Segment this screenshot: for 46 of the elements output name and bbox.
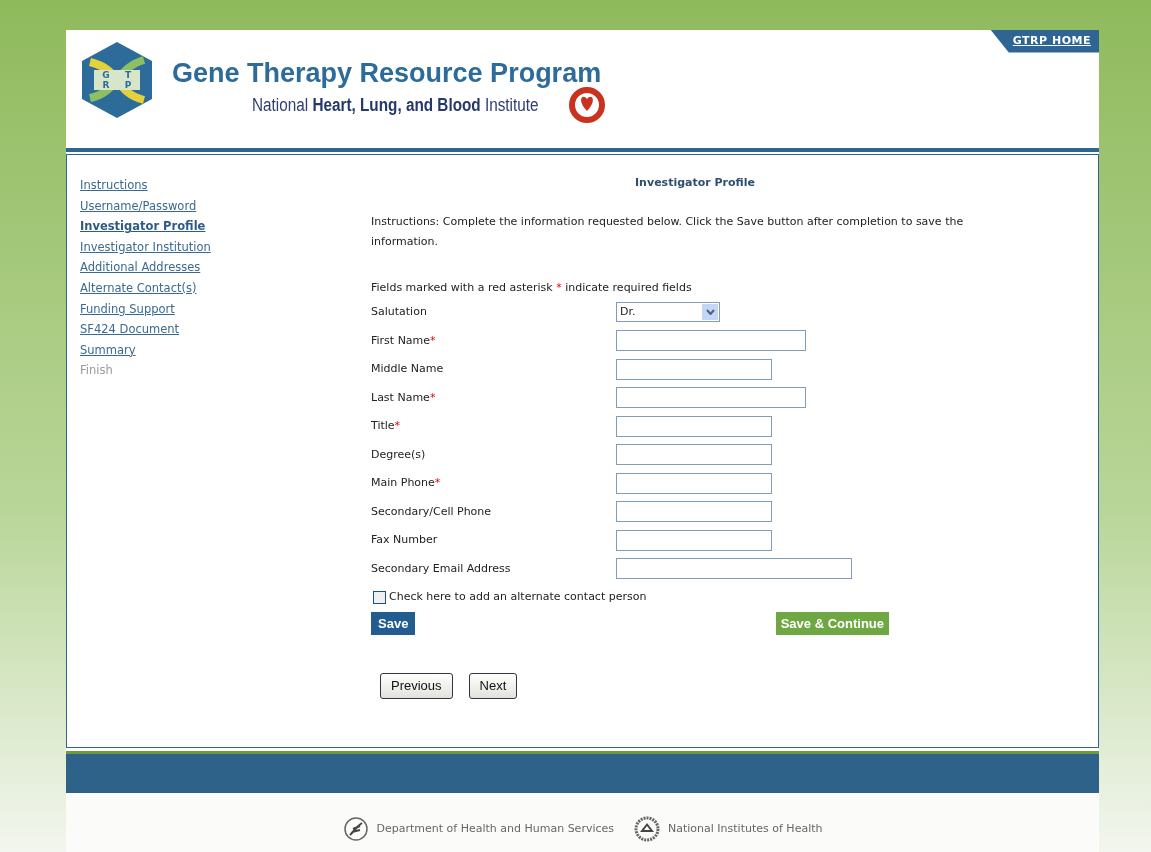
sidebar-link[interactable]: Instructions: [80, 175, 344, 196]
nav-button[interactable]: Previous: [380, 673, 453, 699]
text-input-field[interactable]: [616, 387, 806, 409]
field-label: Secondary/Cell Phone: [371, 504, 492, 518]
text-input-field[interactable]: [616, 501, 772, 523]
save-button[interactable]: Save: [371, 611, 416, 635]
field-label: Secondary Email Address: [371, 561, 511, 575]
circular-seal-icon: [634, 816, 661, 842]
field-label: First Name*: [371, 333, 436, 347]
instructions-text: Instructions: Complete the information requested below. Click the Save button after completion to save the information.: [371, 213, 965, 250]
sidebar-link[interactable]: Funding Support: [80, 298, 344, 320]
home-link[interactable]: GTRP HOME: [990, 30, 1099, 53]
field-label: Middle Name: [371, 362, 444, 375]
program-title: Gene Therapy Resource Program: [172, 60, 603, 87]
checkbox[interactable]: [373, 590, 386, 604]
field-label: Degree(s): [371, 447, 426, 461]
text-input-field[interactable]: [616, 330, 806, 352]
text-input-field[interactable]: [616, 529, 772, 551]
footer-text: National Institutes of Health: [668, 820, 823, 837]
required-note: Fields marked with a red asterisk * indicate required fields: [371, 279, 693, 296]
sidebar-link[interactable]: Additional Addresses: [80, 257, 344, 278]
field-label: Fax Number: [371, 533, 438, 546]
salutation-dropdown[interactable]: Dr.: [616, 302, 720, 323]
text-input-field[interactable]: [616, 558, 852, 580]
nav-button[interactable]: Next: [468, 673, 518, 699]
sidebar-link[interactable]: Investigator Institution: [80, 236, 344, 258]
sidebar-link: Finish: [80, 362, 114, 380]
footer-text: Department of Health and Human Services: [376, 820, 615, 837]
field-label: Last Name*: [371, 390, 436, 404]
sidebar-link[interactable]: Summary: [80, 339, 344, 361]
sidebar-link[interactable]: Username/Password: [80, 195, 344, 217]
text-input-field[interactable]: [616, 415, 772, 437]
heart-logo-icon: [567, 87, 608, 123]
checkbox-label: Check here to add an alternate contact person: [389, 589, 647, 605]
institute-name: National Heart, Lung, and Blood Institute: [252, 93, 539, 117]
text-input-field[interactable]: [616, 358, 772, 380]
field-label: Title*: [371, 419, 401, 432]
field-label: Salutation: [371, 305, 427, 318]
form-title: Investigator Profile: [634, 175, 756, 191]
field-label: Main Phone*: [371, 476, 441, 489]
sidebar-link[interactable]: Investigator Profile: [80, 216, 344, 237]
text-input-field[interactable]: [616, 444, 772, 466]
eagle-seal-icon: [342, 816, 369, 842]
sidebar-link[interactable]: SF424 Document: [80, 319, 344, 340]
sidebar-link[interactable]: Alternate Contact(s): [80, 277, 344, 299]
text-input-field[interactable]: [616, 472, 772, 494]
